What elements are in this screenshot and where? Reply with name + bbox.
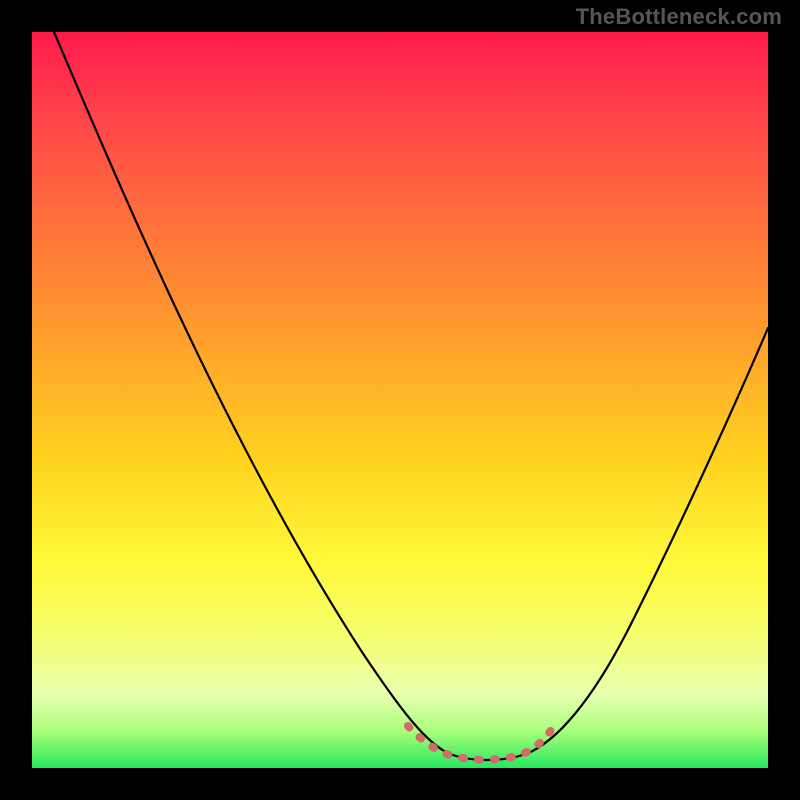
bottleneck-curve (54, 32, 768, 760)
chart-svg (32, 32, 768, 768)
attribution-text: TheBottleneck.com (576, 4, 782, 30)
zero-crossing-highlight (408, 726, 552, 760)
plot-area (32, 32, 768, 768)
chart-frame: TheBottleneck.com (0, 0, 800, 800)
